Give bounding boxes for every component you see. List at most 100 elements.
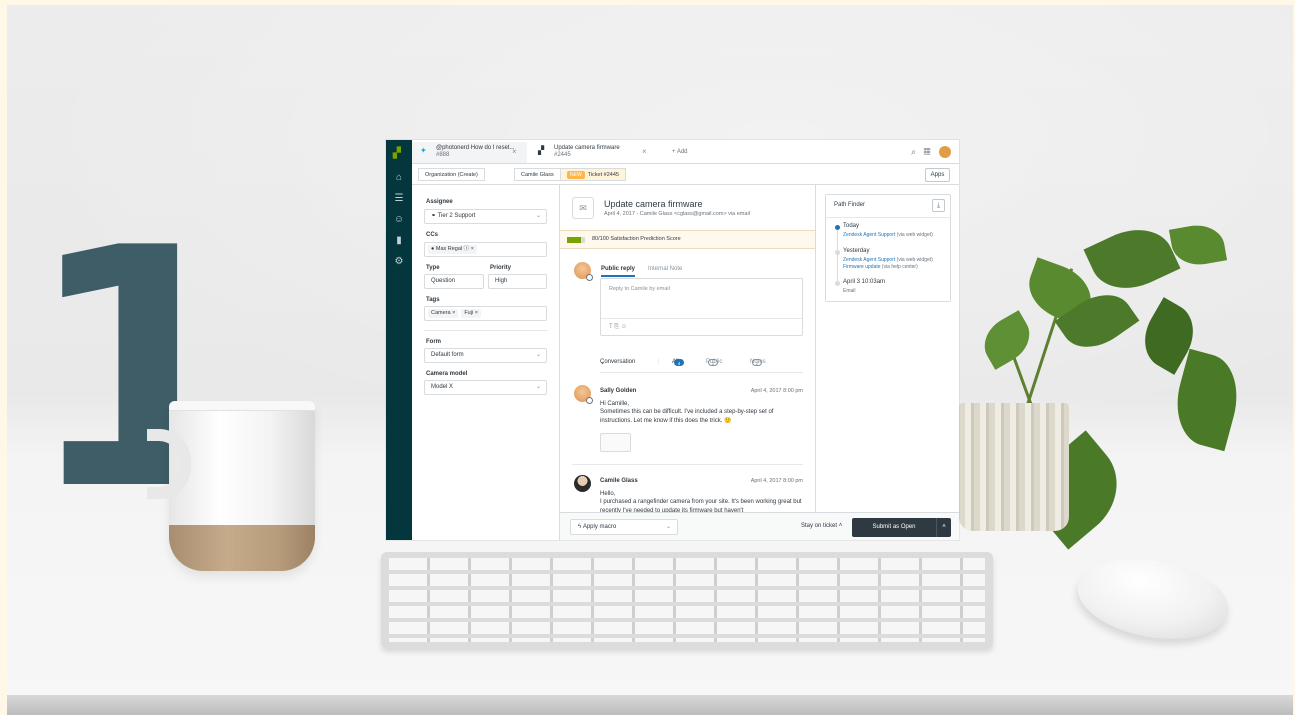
timeline-date: April 3 10:03am: [843, 279, 886, 285]
type-select[interactable]: Question: [424, 274, 484, 289]
zendesk-ticket-screen: ▞ ⌂ ☰ ☺ ▮ ⚙ ✦ @photonerd How do I reset.…: [386, 140, 959, 540]
envelope-icon: ✉: [572, 197, 594, 219]
timeline-via: (via help center): [881, 264, 918, 270]
breadcrumb-ticket-label: Ticket #2445: [587, 172, 619, 178]
editor-toolbar[interactable]: T ⎘ ☺: [601, 318, 802, 335]
home-icon[interactable]: ⌂: [386, 172, 412, 183]
timeline-link[interactable]: Zendesk Agent Support: [843, 232, 895, 238]
message-date: April 4, 2017 8:00 pm: [750, 478, 803, 484]
reply-editor[interactable]: Reply to Camile by email T ⎘ ☺: [600, 278, 803, 336]
ticket-properties-panel: Assignee ⚭ Tier 2 Support ⌄ CCs ● Max Reg…: [412, 185, 560, 540]
message-separator: [572, 464, 803, 465]
camera-model-value: Model X: [431, 384, 454, 390]
form-value: Default form: [431, 352, 464, 358]
tab-internal-note[interactable]: Internal Note: [648, 266, 682, 272]
timeline-link[interactable]: Firmware update: [843, 264, 881, 270]
table-edge: [7, 695, 1293, 715]
tag-label: Camera: [431, 310, 451, 316]
divider: [424, 330, 548, 331]
camera-model-select[interactable]: Model X ⌄: [424, 380, 547, 395]
conversation-dropdown[interactable]: Conversation ⌄: [600, 359, 635, 366]
ticket-meta: April 4, 2017 - Camile Glass <cglass@gma…: [604, 211, 750, 217]
satisfaction-fill: [567, 237, 582, 243]
timeline-dot: [835, 250, 840, 255]
views-icon[interactable]: ☰: [386, 193, 412, 204]
submit-button[interactable]: Submit as Open ˄: [852, 518, 951, 537]
tab-twitter-ticket[interactable]: ✦ @photonerd How do I reset... #888 ×: [412, 142, 527, 163]
chevron-down-icon: ⌄: [535, 352, 541, 358]
timeline-entry[interactable]: Zendesk Agent Support (via web widget): [843, 232, 933, 238]
timeline-dot: [835, 225, 840, 230]
filter-divider: |: [658, 359, 660, 365]
priority-select[interactable]: High: [488, 274, 547, 289]
ccs-field[interactable]: ● Max Regal ⓘ ×: [424, 242, 547, 257]
reply-placeholder: Reply to Camile by email: [609, 286, 670, 292]
tag-chip[interactable]: Fuji ×: [461, 309, 481, 318]
apps-sidebar: Path Finder ⤓ Today Zendesk Agent Suppor…: [815, 185, 959, 512]
product-tray-icon[interactable]: ▦: [924, 146, 931, 156]
mouse: [1071, 548, 1235, 650]
timeline-via: (via web widget): [896, 232, 933, 238]
tags-field[interactable]: Camera × Fuji ×: [424, 306, 547, 321]
attachment-thumbnail[interactable]: [600, 433, 631, 452]
cc-name: Max Regal: [435, 246, 463, 252]
ticket-title: Update camera firmware: [604, 199, 703, 209]
new-badge: NEW: [567, 171, 585, 179]
plant-pot: [959, 403, 1069, 531]
camera-model-label: Camera model: [426, 371, 468, 377]
form-label: Form: [426, 339, 441, 345]
satisfaction-banner: 80/100 Satisfaction Prediction Score: [560, 230, 815, 249]
timeline-channel: Email: [843, 288, 856, 294]
breadcrumb: Organization (Create) Camile Glass NEW Ti…: [412, 164, 959, 185]
cc-chip[interactable]: ● Max Regal ⓘ ×: [428, 245, 477, 254]
breadcrumb-ticket[interactable]: NEW Ticket #2445: [560, 168, 626, 181]
close-tab-icon[interactable]: ×: [512, 148, 517, 156]
submit-options-icon[interactable]: ˄: [936, 518, 951, 537]
path-finder-export-icon[interactable]: ⤓: [932, 199, 945, 212]
tab-current-ticket[interactable]: ▞ Update camera firmware #2445 ×: [530, 142, 660, 163]
message-author: Camile Glass: [600, 478, 638, 484]
close-tab-icon[interactable]: ×: [642, 148, 647, 156]
filter-public-count: 2: [708, 359, 718, 366]
stay-on-ticket-toggle[interactable]: Stay on ticket ˄: [801, 523, 842, 529]
submit-label: Submit as Open: [872, 524, 916, 530]
apps-button[interactable]: Apps: [925, 168, 950, 182]
assignee-select[interactable]: ⚭ Tier 2 Support ⌄: [424, 209, 547, 224]
tab-public-reply[interactable]: Public reply: [601, 266, 636, 277]
tab-bar: ✦ @photonerd How do I reset... #888 × ▞ …: [412, 140, 959, 164]
type-label: Type: [426, 265, 440, 271]
priority-label: Priority: [490, 265, 512, 271]
ticket-footer: ϟ Apply macro ⌄ Stay on ticket ˄ Submit a…: [560, 512, 959, 540]
avatar-badge: [586, 397, 593, 404]
zendesk-icon: ▞: [538, 146, 545, 155]
zendesk-logo-icon[interactable]: ▞: [393, 148, 405, 159]
message-body: I purchased a rangefinder camera from yo…: [600, 499, 802, 512]
timeline-dot: [835, 281, 840, 286]
left-nav: ▞ ⌂ ☰ ☺ ▮ ⚙: [386, 140, 412, 540]
reporting-icon[interactable]: ▮: [386, 235, 412, 246]
message-author: Sally Golden: [600, 388, 637, 394]
breadcrumb-organization[interactable]: Organization (Create): [418, 168, 485, 181]
apply-macro-button[interactable]: ϟ Apply macro ⌄: [570, 519, 678, 535]
satisfaction-meter: [567, 237, 585, 243]
path-finder-card: Path Finder ⤓ Today Zendesk Agent Suppor…: [825, 194, 951, 302]
tag-chip[interactable]: Camera ×: [428, 309, 459, 318]
message-body: Sometimes this can be difficult. I've in…: [600, 409, 774, 424]
form-select[interactable]: Default form ⌄: [424, 348, 547, 363]
timeline-entry[interactable]: Firmware update (via help center): [843, 264, 918, 270]
breadcrumb-requester[interactable]: Camile Glass: [514, 168, 561, 181]
message-date: April 4, 2017 8:00 pm: [750, 388, 803, 394]
user-avatar[interactable]: [939, 146, 951, 158]
add-tab-button[interactable]: + Add: [672, 149, 688, 155]
topbar-actions: ⌕ ▦: [911, 146, 951, 158]
admin-gear-icon[interactable]: ⚙: [386, 256, 412, 267]
mug-base: [169, 525, 315, 571]
timeline-entry[interactable]: Zendesk Agent Support (via web widget): [843, 257, 933, 263]
tag-label: Fuji: [464, 310, 474, 316]
search-icon[interactable]: ⌕: [911, 146, 916, 156]
path-finder-title: Path Finder: [834, 202, 866, 208]
timeline-link[interactable]: Zendesk Agent Support: [843, 257, 895, 263]
customers-icon[interactable]: ☺: [386, 214, 412, 225]
chevron-down-icon: ⌄: [535, 384, 541, 390]
group-icon: ⚭: [431, 213, 438, 219]
